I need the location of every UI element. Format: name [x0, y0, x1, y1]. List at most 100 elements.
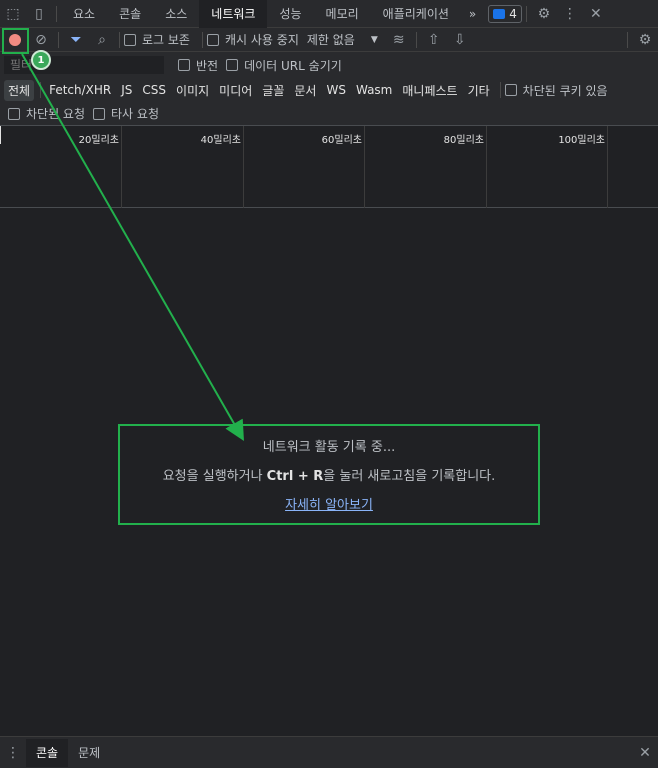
type-doc[interactable]: 문서 — [290, 80, 320, 101]
blocked-requests-label: 차단된 요청 — [26, 107, 86, 121]
type-img[interactable]: 이미지 — [172, 80, 213, 101]
timeline-gridline — [243, 126, 244, 208]
timeline-tick-label: 20밀리초 — [78, 135, 119, 146]
tab-console[interactable]: 콘솔 — [107, 0, 153, 28]
preserve-log-label: 로그 보존 — [142, 33, 190, 47]
filter-funnel-icon[interactable]: ⏷ — [63, 28, 89, 52]
divider — [415, 31, 417, 48]
message-icon — [493, 8, 506, 19]
annotation-step-badge: 1 — [31, 50, 51, 70]
timeline-start-marker — [0, 126, 1, 144]
r-key: R — [313, 469, 324, 484]
network-conditions-wifi-icon[interactable]: ≋ — [386, 28, 412, 52]
invert-checkbox[interactable]: 반전 — [178, 57, 218, 74]
type-js[interactable]: JS — [117, 81, 136, 99]
chevron-down-icon: ▼ — [370, 34, 378, 45]
drawer-menu-icon[interactable]: ⋮ — [0, 741, 26, 765]
request-filter-bar: 차단된 요청 타사 요청 — [0, 102, 658, 126]
tab-network[interactable]: 네트워크 — [199, 0, 268, 28]
resource-type-filter-bar: 전체 Fetch/XHR JS CSS 이미지 미디어 글꼴 문서 WS Was… — [0, 78, 658, 102]
drawer-tab-console[interactable]: 콘솔 — [26, 738, 69, 767]
timeline-tick-label: 100밀리초 — [558, 135, 605, 146]
recording-empty-state: 네트워크 활동 기록 중... 요청을 실행하거나 Ctrl + R을 눌러 새… — [118, 424, 540, 525]
device-toolbar-icon[interactable]: ▯ — [26, 2, 52, 26]
checkbox-box[interactable] — [93, 107, 106, 120]
divider — [201, 31, 203, 48]
issues-count: 4 — [509, 6, 517, 21]
tab-sources[interactable]: 소스 — [153, 0, 199, 28]
timeline-gridline — [607, 126, 608, 208]
throttling-value: 제한 없음 — [306, 33, 355, 47]
export-har-download-icon[interactable]: ⇩ — [447, 28, 473, 52]
checkbox-box[interactable] — [124, 33, 136, 46]
timeline-gridline — [121, 126, 122, 208]
search-icon[interactable]: ⌕ — [89, 28, 115, 52]
type-css[interactable]: CSS — [138, 81, 170, 99]
filter-input[interactable] — [4, 56, 164, 74]
hint-text-post: 을 눌러 새로고침을 기록합니다. — [323, 469, 496, 484]
network-toolbar: ⊘ ⏷ ⌕ 로그 보존 캐시 사용 중지 제한 없음 ▼ ≋ ⇧ ⇩ ⚙ — [0, 28, 658, 52]
divider — [56, 5, 57, 22]
hint-text-pre: 요청을 실행하거나 — [162, 469, 267, 484]
plus-sign: + — [293, 469, 314, 484]
divider — [58, 31, 59, 48]
third-party-checkbox[interactable]: 타사 요청 — [93, 105, 159, 122]
timeline-tick-label: 40밀리초 — [200, 135, 241, 146]
filter-bar: 반전 데이터 URL 숨기기 — [0, 52, 658, 78]
type-media[interactable]: 미디어 — [215, 80, 256, 101]
disable-cache-checkbox[interactable]: 캐시 사용 중지 — [206, 31, 299, 48]
request-list-area: 네트워크 활동 기록 중... 요청을 실행하거나 Ctrl + R을 눌러 새… — [0, 208, 658, 736]
reload-hint: 요청을 실행하거나 Ctrl + R을 눌러 새로고침을 기록합니다. — [163, 465, 496, 484]
disable-cache-label: 캐시 사용 중지 — [224, 33, 299, 47]
type-font[interactable]: 글꼴 — [258, 80, 288, 101]
divider — [40, 82, 42, 98]
learn-more-link[interactable]: 자세히 알아보기 — [285, 498, 373, 513]
blocked-cookies-label: 차단된 쿠키 있음 — [522, 83, 608, 98]
drawer-bar: ⋮ 콘솔 문제 ✕ — [0, 736, 658, 768]
import-har-upload-icon[interactable]: ⇧ — [421, 28, 447, 52]
more-tabs-button[interactable]: » — [461, 0, 484, 28]
third-party-label: 타사 요청 — [111, 107, 159, 121]
preserve-log-checkbox[interactable]: 로그 보존 — [124, 31, 190, 48]
timeline-tick-label: 60밀리초 — [321, 135, 362, 146]
timeline-gridline — [486, 126, 487, 208]
devtools-tab-bar: ⬚ ▯ 요소 콘솔 소스 네트워크 성능 메모리 애플리케이션 » 4 ⚙ ⋮ … — [0, 0, 658, 28]
checkbox-box[interactable] — [226, 59, 239, 71]
type-manifest[interactable]: 매니페스트 — [398, 80, 461, 101]
ctrl-key: Ctrl — [266, 469, 294, 484]
hide-data-urls-label: 데이터 URL 숨기기 — [244, 58, 342, 73]
recording-message: 네트워크 활동 기록 중... — [262, 440, 396, 455]
type-ws[interactable]: WS — [322, 81, 349, 99]
throttling-select[interactable]: 제한 없음 ▼ — [307, 31, 378, 48]
tab-application[interactable]: 애플리케이션 — [371, 0, 461, 28]
tab-elements[interactable]: 요소 — [61, 0, 107, 28]
checkbox-box[interactable] — [178, 59, 190, 71]
divider — [119, 31, 120, 48]
checkbox-box[interactable] — [8, 107, 20, 120]
annotation-highlight-box — [2, 28, 29, 54]
issues-badge-button[interactable]: 4 — [488, 4, 522, 23]
inspect-element-icon[interactable]: ⬚ — [0, 2, 26, 26]
type-fetch-xhr[interactable]: Fetch/XHR — [45, 81, 115, 99]
close-drawer-icon[interactable]: ✕ — [632, 741, 658, 765]
checkbox-box[interactable] — [504, 84, 517, 96]
type-other[interactable]: 기타 — [464, 80, 494, 101]
type-wasm[interactable]: Wasm — [352, 81, 396, 99]
close-devtools-icon[interactable]: ✕ — [583, 2, 609, 26]
more-options-icon[interactable]: ⋮ — [557, 2, 583, 26]
settings-gear-icon[interactable]: ⚙ — [531, 2, 557, 26]
checkbox-box[interactable] — [206, 33, 219, 46]
timeline-overview[interactable]: 20밀리초 40밀리초 60밀리초 80밀리초 100밀리초 — [0, 126, 658, 208]
tab-memory[interactable]: 메모리 — [314, 0, 371, 28]
type-all[interactable]: 전체 — [4, 79, 35, 101]
network-settings-gear-icon[interactable]: ⚙ — [632, 28, 658, 52]
drawer-tab-issues[interactable]: 문제 — [68, 739, 110, 767]
invert-label: 반전 — [196, 58, 219, 73]
tab-performance[interactable]: 성능 — [267, 0, 313, 28]
blocked-requests-checkbox[interactable]: 차단된 요청 — [8, 105, 85, 122]
clear-icon[interactable]: ⊘ — [28, 28, 54, 52]
divider — [499, 82, 501, 98]
hide-data-urls-checkbox[interactable]: 데이터 URL 숨기기 — [226, 57, 342, 74]
divider — [627, 31, 628, 48]
blocked-cookies-checkbox[interactable]: 차단된 쿠키 있음 — [504, 82, 608, 99]
